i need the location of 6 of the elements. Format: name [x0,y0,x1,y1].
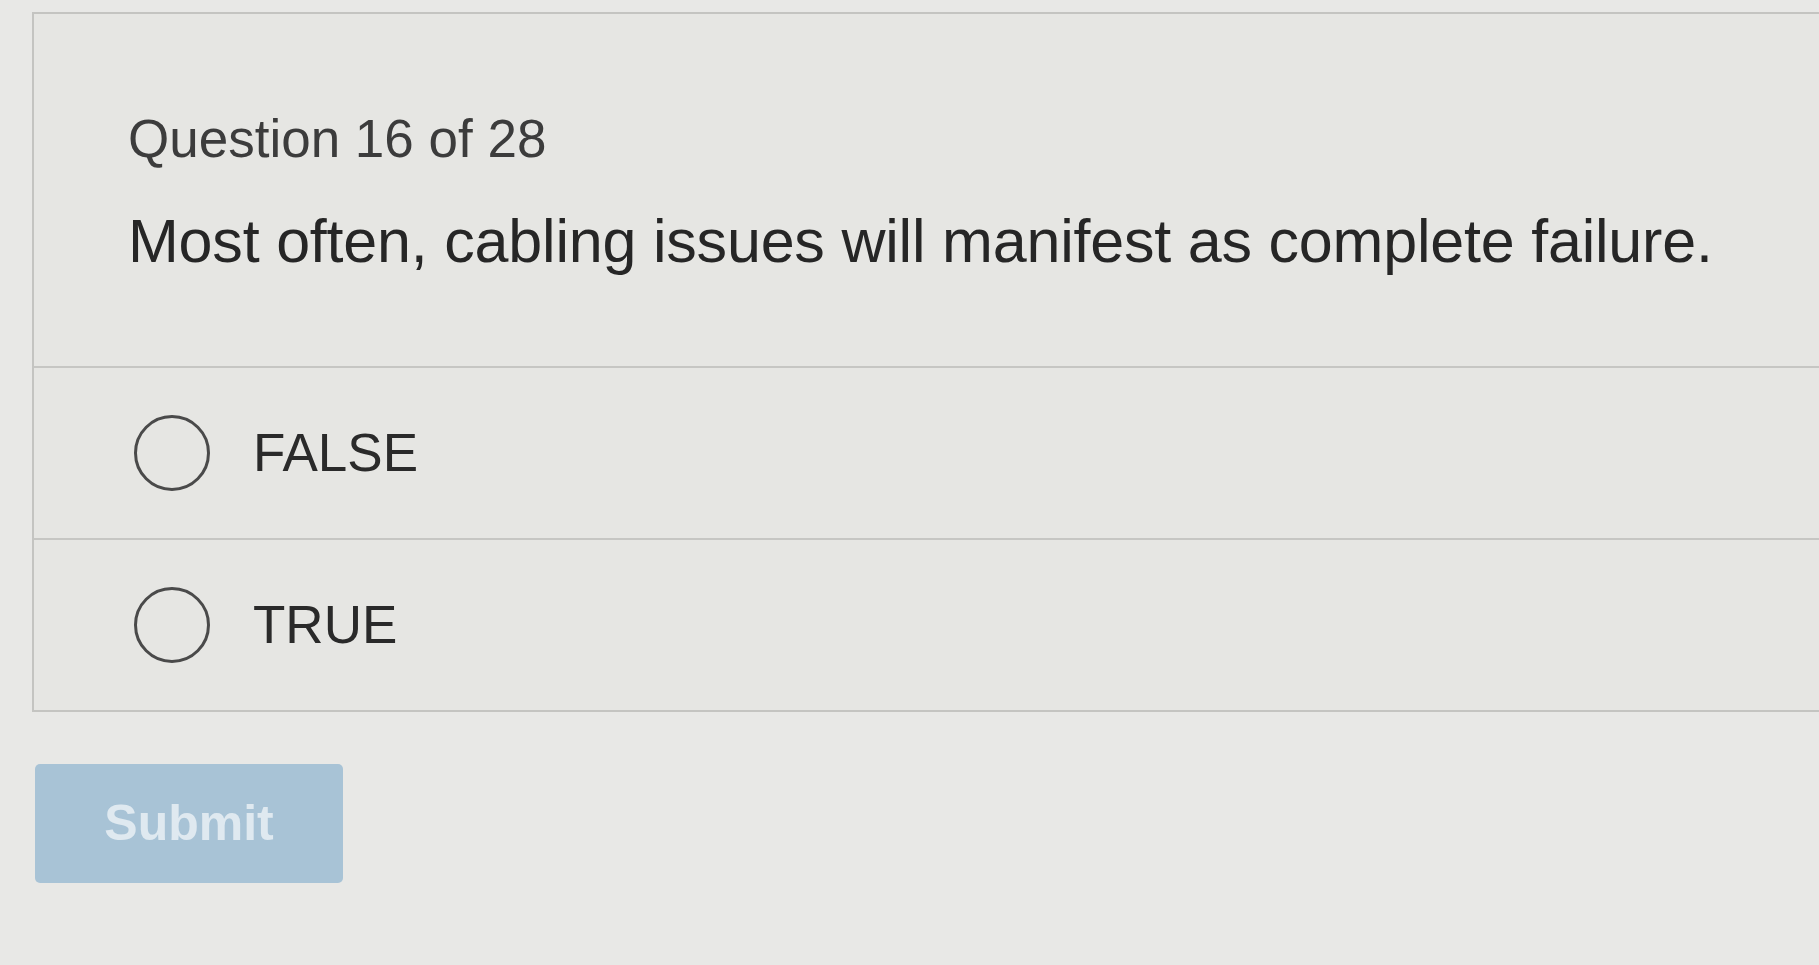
radio-button[interactable] [134,586,210,663]
option-label[interactable]: TRUE [253,593,398,657]
option-label[interactable]: FALSE [253,421,418,485]
question-text: Most often, cabling issues will manifest as complete failure. [128,205,1713,277]
radio-button[interactable] [134,414,210,491]
question-counter: Question 16 of 28 [128,108,547,170]
